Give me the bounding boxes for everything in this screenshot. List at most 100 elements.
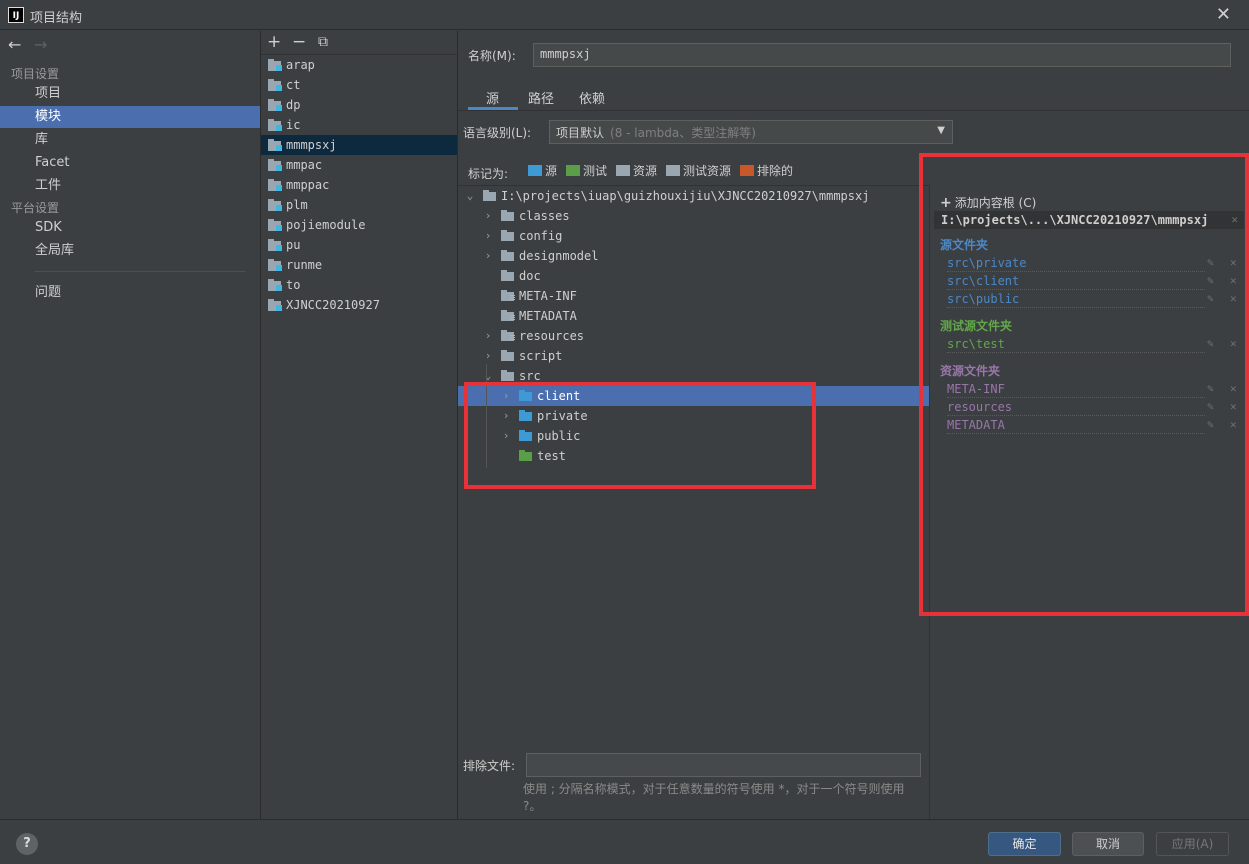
edit-pencil-icon[interactable]: ✎: [1207, 380, 1214, 398]
add-module-icon[interactable]: +: [267, 32, 281, 52]
folder-icon: [501, 350, 514, 361]
remove-folder-icon[interactable]: ✕: [1230, 335, 1237, 353]
tab-dependencies[interactable]: 依赖: [579, 88, 605, 107]
remove-folder-icon[interactable]: ✕: [1230, 254, 1237, 272]
nav-item-libraries[interactable]: 库: [0, 129, 260, 151]
module-item[interactable]: mmppac: [261, 175, 457, 195]
content-root-folder-entry[interactable]: resources ✎ ✕: [947, 398, 1237, 416]
nav-item-global-libraries[interactable]: 全局库: [0, 240, 260, 262]
module-item[interactable]: mmmpsxj: [261, 135, 457, 155]
mark-as-tests-button[interactable]: 测试: [566, 164, 607, 180]
nav-item-facets[interactable]: Facet: [0, 152, 260, 174]
remove-folder-icon[interactable]: ✕: [1230, 380, 1237, 398]
help-icon[interactable]: ?: [16, 833, 38, 855]
remove-folder-icon[interactable]: ✕: [1230, 290, 1237, 308]
exclude-files-input[interactable]: [526, 753, 921, 777]
back-arrow-icon[interactable]: ←: [8, 35, 21, 54]
tree-folder-row[interactable]: › config: [458, 226, 930, 246]
tree-folder-row[interactable]: › classes: [458, 206, 930, 226]
tree-folder-row[interactable]: doc: [458, 266, 930, 286]
nav-item-sdk[interactable]: SDK: [0, 217, 260, 239]
tree-src-child-row[interactable]: › public: [458, 426, 930, 446]
remove-module-icon[interactable]: −: [292, 32, 306, 52]
tree-folder-row[interactable]: › designmodel: [458, 246, 930, 266]
module-folder-icon: [268, 159, 282, 171]
folder-icon: [501, 210, 514, 221]
copy-module-icon[interactable]: ⧉: [318, 34, 328, 50]
tabs-divider: [458, 110, 1249, 111]
module-item[interactable]: ct: [261, 75, 457, 95]
folder-icon: [501, 230, 514, 241]
mark-as-resources-button[interactable]: 资源: [616, 164, 657, 180]
module-item[interactable]: dp: [261, 95, 457, 115]
tab-paths[interactable]: 路径: [528, 88, 554, 107]
module-folder-icon: [268, 219, 282, 231]
content-root-folder-entry[interactable]: META-INF ✎ ✕: [947, 380, 1237, 398]
chevron-right-icon: ›: [484, 349, 492, 362]
tree-folder-row[interactable]: METADATA: [458, 306, 930, 326]
add-content-root-button[interactable]: + 添加内容根 (C): [940, 194, 1036, 211]
nav-item-modules[interactable]: 模块: [0, 106, 260, 128]
tree-src-child-row[interactable]: › client: [458, 386, 930, 406]
tab-sources[interactable]: 源: [486, 88, 499, 107]
tree-folder-label: client: [537, 389, 581, 403]
tree-folder-label: test: [537, 449, 566, 463]
module-item[interactable]: mmpac: [261, 155, 457, 175]
edit-pencil-icon[interactable]: ✎: [1207, 254, 1214, 272]
content-root-pane: + 添加内容根 (C) I:\projects\...\XJNCC20210927…: [929, 185, 1249, 819]
nav-item-problems[interactable]: 问题: [0, 282, 260, 304]
mark-as-excluded-button[interactable]: 排除的: [740, 164, 793, 180]
tree-root[interactable]: ⌄ I:\projects\iuap\guizhouxijiu\XJNCC202…: [458, 186, 930, 206]
close-icon[interactable]: ✕: [1216, 4, 1231, 25]
content-root-folder-label: resources: [947, 400, 1013, 414]
mark-as-sources-button[interactable]: 源: [528, 164, 557, 180]
module-name-input[interactable]: mmmpsxj: [533, 43, 1231, 67]
tree-folder-label: classes: [519, 209, 570, 223]
tree-folder-row[interactable]: › resources: [458, 326, 930, 346]
module-item[interactable]: to: [261, 275, 457, 295]
nav-item-artifacts[interactable]: 工件: [0, 175, 260, 197]
module-item[interactable]: pu: [261, 235, 457, 255]
content-root-path-text: I:\projects\...\XJNCC20210927\mmmpsxj: [941, 213, 1209, 227]
tree-folder-row[interactable]: META-INF: [458, 286, 930, 306]
content-root-folder-entry[interactable]: src\private ✎ ✕: [947, 254, 1237, 272]
tree-folder-label: public: [537, 429, 581, 443]
edit-pencil-icon[interactable]: ✎: [1207, 398, 1214, 416]
module-folder-icon: [268, 59, 282, 71]
remove-folder-icon[interactable]: ✕: [1230, 272, 1237, 290]
module-item[interactable]: XJNCC20210927: [261, 295, 457, 315]
cancel-button[interactable]: 取消: [1072, 832, 1144, 856]
remove-content-root-icon[interactable]: ✕: [1231, 211, 1238, 229]
nav-item-project[interactable]: 项目: [0, 83, 260, 105]
content-root-folder-entry[interactable]: METADATA ✎ ✕: [947, 416, 1237, 434]
content-root-folder-entry[interactable]: src\public ✎ ✕: [947, 290, 1237, 308]
tree-src-child-row[interactable]: › private: [458, 406, 930, 426]
content-root-folder-entry[interactable]: src\test ✎ ✕: [947, 335, 1237, 353]
forward-arrow-icon[interactable]: →: [34, 35, 47, 54]
module-item[interactable]: arap: [261, 55, 457, 75]
tree-folder-row[interactable]: ⌄ src: [458, 366, 930, 386]
module-item-label: ct: [286, 78, 301, 92]
mark-as-test-resources-button[interactable]: 测试资源: [666, 164, 731, 180]
module-item-label: runme: [286, 258, 323, 272]
language-level-select[interactable]: 项目默认 (8 - lambda、类型注解等) ▼: [549, 120, 953, 144]
ok-button[interactable]: 确定: [988, 832, 1061, 856]
module-item[interactable]: plm: [261, 195, 457, 215]
tree-folder-label: designmodel: [519, 249, 599, 263]
module-item-label: pojiemodule: [286, 218, 366, 232]
tree-src-child-row[interactable]: test: [458, 446, 930, 466]
module-item[interactable]: ic: [261, 115, 457, 135]
remove-folder-icon[interactable]: ✕: [1230, 398, 1237, 416]
content-root-folder-entry[interactable]: src\client ✎ ✕: [947, 272, 1237, 290]
tree-folder-row[interactable]: › script: [458, 346, 930, 366]
remove-folder-icon[interactable]: ✕: [1230, 416, 1237, 434]
edit-pencil-icon[interactable]: ✎: [1207, 272, 1214, 290]
apply-button[interactable]: 应用(A): [1156, 832, 1229, 856]
edit-pencil-icon[interactable]: ✎: [1207, 416, 1214, 434]
edit-pencil-icon[interactable]: ✎: [1207, 290, 1214, 308]
edit-pencil-icon[interactable]: ✎: [1207, 335, 1214, 353]
chevron-right-icon: ›: [484, 209, 492, 222]
module-item[interactable]: runme: [261, 255, 457, 275]
module-item[interactable]: pojiemodule: [261, 215, 457, 235]
source-folder-icon: [519, 410, 532, 421]
